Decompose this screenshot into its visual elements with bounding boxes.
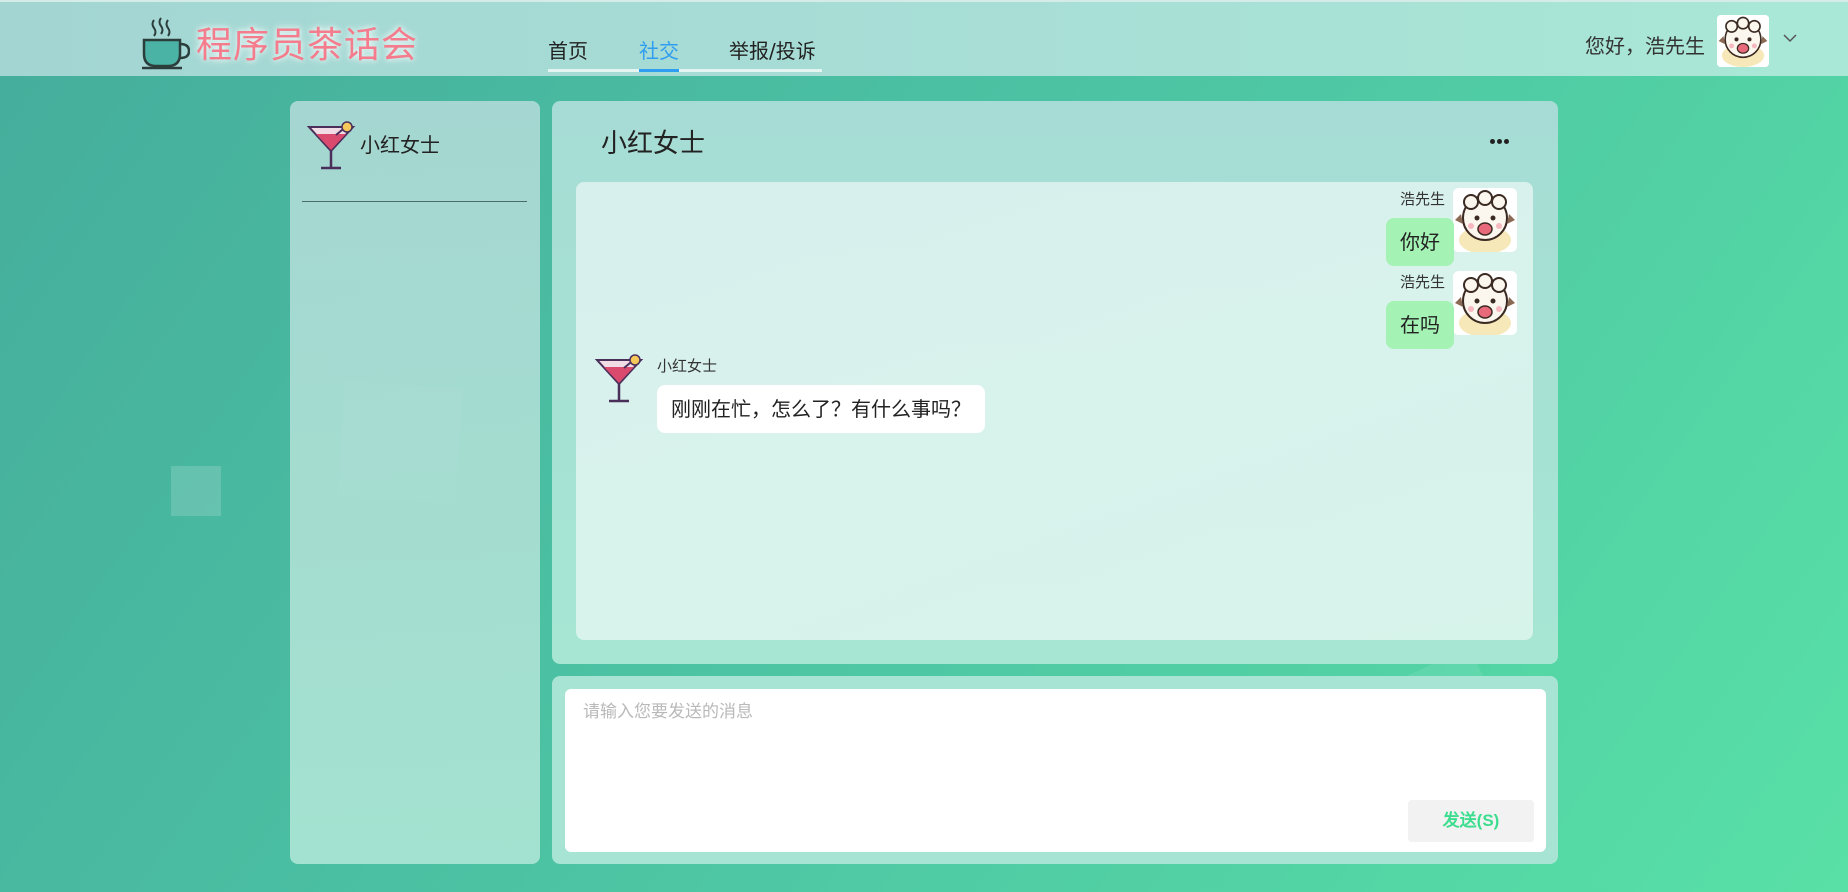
contacts-panel: 小红女士 — [290, 101, 540, 864]
sheep-avatar-icon[interactable] — [1717, 15, 1769, 67]
user-greeting: 您好，浩先生 — [1585, 34, 1705, 58]
chat-panel: 小红女士 浩先生 你好 浩先生 在吗 小红女士 刚刚在忙，怎么了？有什么事吗？ — [552, 101, 1558, 664]
message-sender: 浩先生 — [1400, 273, 1446, 291]
top-header: 程序员茶话会 首页 社交 举报/投诉 您好，浩先生 — [0, 0, 1848, 76]
nav-item-social[interactable]: 社交 — [639, 35, 679, 64]
contact-divider — [302, 201, 527, 202]
sheep-avatar-icon[interactable] — [1453, 271, 1517, 335]
decorative-square — [171, 466, 221, 516]
cocktail-avatar-icon — [306, 121, 358, 173]
nav-item-home[interactable]: 首页 — [548, 35, 588, 64]
message-bubble: 在吗 — [1386, 301, 1454, 349]
message-bubble: 刚刚在忙，怎么了？有什么事吗？ — [657, 385, 985, 433]
chevron-down-icon[interactable] — [1782, 30, 1798, 46]
contact-item[interactable]: 小红女士 — [306, 121, 526, 181]
more-dots-icon[interactable] — [1482, 134, 1518, 150]
nav-baseline — [548, 69, 822, 72]
sheep-avatar-icon[interactable] — [1453, 188, 1517, 252]
message-bubble: 你好 — [1386, 218, 1454, 266]
tea-cup-icon — [140, 16, 191, 70]
send-button[interactable]: 发送(S) — [1408, 800, 1534, 842]
message-sender: 小红女士 — [657, 357, 718, 375]
message-list[interactable]: 浩先生 你好 浩先生 在吗 小红女士 刚刚在忙，怎么了？有什么事吗？ — [576, 182, 1533, 640]
nav-item-report[interactable]: 举报/投诉 — [729, 35, 816, 64]
nav-active-indicator — [639, 69, 679, 72]
message-sender: 浩先生 — [1400, 190, 1446, 208]
app-logo-text[interactable]: 程序员茶话会 — [196, 16, 418, 68]
contact-name: 小红女士 — [360, 133, 440, 157]
message-input[interactable] — [565, 689, 1546, 852]
cocktail-avatar-icon[interactable] — [594, 354, 646, 406]
chat-title: 小红女士 — [601, 129, 706, 159]
composer-panel: 发送(S) — [552, 676, 1558, 864]
